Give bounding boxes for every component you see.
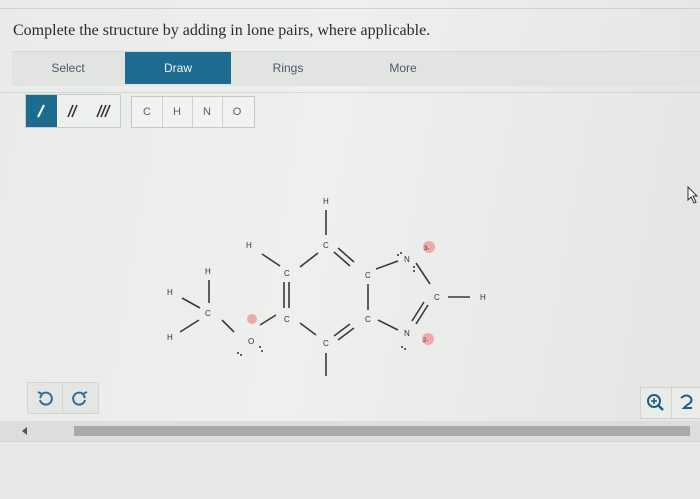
tab-more[interactable]: More — [347, 52, 459, 84]
cursor-icon — [687, 185, 699, 204]
fit-button[interactable] — [672, 388, 700, 418]
atom-label-h[interactable]: H — [480, 293, 486, 302]
atom-tools: C H N O — [131, 96, 255, 128]
drawing-canvas[interactable]: H C H C C N C H N C C H C O C H H H 3- 2… — [0, 140, 700, 392]
bond-line — [221, 319, 235, 333]
atom-label-c[interactable]: C — [365, 271, 371, 280]
fit-icon — [680, 394, 693, 409]
atom-label-h[interactable]: H — [323, 197, 329, 206]
bond-line — [337, 327, 355, 341]
triple-bond-icon — [96, 104, 111, 118]
atom-button-o[interactable]: O — [222, 97, 252, 127]
atom-label-h[interactable]: H — [167, 288, 173, 297]
bond-line — [261, 253, 281, 267]
atom-label-c[interactable]: C — [205, 309, 211, 318]
lone-pair-dot — [404, 348, 406, 350]
lone-pair-dot — [237, 352, 239, 354]
atom-label-n[interactable]: N — [404, 329, 410, 338]
lone-pair-dot — [401, 346, 403, 348]
bond-line — [299, 252, 319, 268]
atom-label-h[interactable]: H — [205, 267, 211, 276]
tab-draw[interactable]: Draw — [125, 52, 231, 84]
bond-line — [181, 297, 201, 309]
bond-line — [299, 322, 317, 336]
zoom-in-button[interactable] — [641, 388, 672, 418]
bond-line — [259, 314, 277, 326]
page: Complete the structure by adding in lone… — [0, 0, 700, 499]
double-bond-icon — [67, 104, 78, 118]
bond-line — [337, 247, 355, 263]
atom-label-h[interactable]: H — [246, 241, 252, 250]
question-prompt: Complete the structure by adding in lone… — [13, 22, 431, 39]
atom-label-c[interactable]: C — [323, 339, 329, 348]
bond-line — [333, 251, 351, 267]
lone-pair-dot — [259, 346, 261, 348]
undo-icon — [37, 391, 53, 406]
atom-button-n[interactable]: N — [192, 97, 223, 127]
lone-pair-dot — [413, 270, 415, 272]
charge-label: 2- — [423, 338, 428, 344]
zoom-controls — [640, 387, 700, 419]
bond-line — [415, 262, 431, 285]
lone-pair-dot — [240, 354, 242, 356]
lone-pair-dot — [400, 252, 402, 254]
atom-label-c[interactable]: C — [284, 315, 290, 324]
single-bond-button[interactable] — [26, 95, 57, 127]
atom-label-c[interactable]: C — [323, 241, 329, 250]
bond-line — [333, 323, 351, 337]
scroll-left-icon[interactable] — [22, 427, 27, 435]
charge-label: 3- — [424, 246, 429, 252]
top-border — [0, 8, 700, 9]
bond-line — [375, 260, 399, 270]
molecule-drawing: H C H C C N C H N C C H C O C H H H 3- 2… — [167, 185, 699, 392]
atom-label-h[interactable]: H — [167, 333, 173, 342]
bottom-panel — [0, 441, 700, 499]
bond-line — [377, 319, 399, 331]
undo-button[interactable] — [28, 383, 63, 413]
mode-toolbar: Select Draw Rings More — [12, 51, 700, 86]
bond-line — [179, 319, 200, 333]
redo-button[interactable] — [63, 383, 97, 413]
scroll-thumb[interactable] — [74, 426, 690, 436]
tab-rings[interactable]: Rings — [232, 52, 344, 84]
atom-button-h[interactable]: H — [162, 97, 193, 127]
triple-bond-button[interactable] — [88, 95, 119, 127]
history-controls — [27, 382, 99, 414]
lone-pair-dot — [413, 266, 415, 268]
toolbar-divider — [0, 92, 700, 93]
bond-line — [415, 304, 429, 325]
lone-pair-dot — [261, 350, 263, 352]
tab-select[interactable]: Select — [12, 52, 124, 84]
atom-button-c[interactable]: C — [132, 97, 163, 127]
horizontal-scrollbar[interactable] — [0, 421, 700, 441]
double-bond-button[interactable] — [57, 95, 88, 127]
atom-label-c[interactable]: C — [365, 315, 371, 324]
atom-label-c[interactable]: C — [434, 293, 440, 302]
atom-label-n[interactable]: N — [404, 255, 410, 264]
atom-label-o[interactable]: O — [248, 337, 254, 346]
single-bond-icon — [37, 104, 45, 118]
lone-pair-dot — [397, 254, 399, 256]
zoom-in-icon — [647, 394, 664, 411]
bond-lines — [179, 210, 470, 376]
atom-label-c[interactable]: C — [284, 269, 290, 278]
redo-icon — [72, 391, 88, 406]
charge-badge — [247, 314, 257, 324]
bond-line — [411, 301, 425, 322]
bond-tools — [25, 94, 121, 128]
